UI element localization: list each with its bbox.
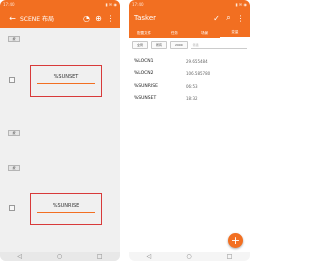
tab-profiles[interactable]: 配置文件 — [129, 28, 159, 38]
app-title: Tasker — [134, 14, 157, 22]
edit-text-sunrise-label[interactable]: %SUNRISE — [30, 203, 102, 209]
clock-icon[interactable]: ◔ — [82, 14, 91, 23]
tasker-variables-screen: 17:40 ▮ ✉ ◉ Tasker ✓ ⌕ ⋮ 配置文件 任务 场景 变量 全… — [129, 0, 250, 261]
scene-button-element-1[interactable]: 按 — [8, 36, 20, 42]
nav-bar: ◁ ○ □ — [129, 252, 250, 261]
list-item[interactable]: %SUNRISE 06:53 — [129, 80, 250, 93]
list-item[interactable]: %LOCN1 29.655484 — [129, 55, 250, 68]
check-icon[interactable]: ✓ — [212, 14, 221, 23]
app-bar: Tasker ✓ ⌕ ⋮ — [129, 8, 250, 28]
filter-bar: 全局 所有 2000 筛选 — [129, 38, 250, 51]
search-icon[interactable]: ⌕ — [224, 13, 233, 23]
variable-name: %LOCN2 — [134, 71, 154, 77]
variable-name: %SUNRISE — [134, 83, 158, 89]
more-menu-icon[interactable]: ⋮ — [236, 14, 245, 23]
status-time: 17:40 — [132, 1, 144, 7]
variable-name: %LOCN1 — [134, 58, 154, 64]
nav-home-icon[interactable]: ○ — [186, 253, 191, 260]
nav-recent-icon[interactable]: □ — [227, 253, 233, 260]
app-bar: ← SCENE 布局 ◔ ⊕ ⋮ — [0, 8, 120, 28]
tab-bar: 配置文件 任务 场景 变量 — [129, 28, 250, 38]
status-icons: ▮ ✉ ◉ — [235, 1, 247, 7]
filter-count-toggle[interactable]: 2000 — [170, 41, 188, 49]
variable-value: 29.655484 — [186, 58, 208, 64]
nav-home-icon[interactable]: ○ — [57, 253, 62, 260]
page-title: SCENE 布局 — [20, 15, 54, 23]
nav-bar: ◁ ○ □ — [0, 252, 120, 261]
status-bar: 17:40 ▮ ✉ ◉ — [129, 0, 250, 8]
nav-recent-icon[interactable]: □ — [97, 253, 103, 260]
variable-name: %SUNSET — [134, 96, 157, 102]
more-menu-icon[interactable]: ⋮ — [106, 14, 115, 23]
nav-back-icon[interactable]: ◁ — [17, 253, 22, 260]
edit-text-sunset-label[interactable]: %SUNSET — [30, 74, 102, 80]
edit-text-underline — [37, 212, 95, 213]
filter-global-toggle[interactable]: 全局 — [132, 41, 149, 49]
variable-value: 06:53 — [186, 83, 198, 89]
back-arrow-icon[interactable]: ← — [8, 14, 17, 23]
scene-editor-screen: 17:40 ▮ ✉ ◉ ← SCENE 布局 ◔ ⊕ ⋮ 按 %SUNSET 按… — [0, 0, 120, 261]
tab-variables[interactable]: 变量 — [219, 28, 250, 38]
tab-scenes[interactable]: 场景 — [190, 28, 220, 38]
add-circle-icon[interactable]: ⊕ — [94, 14, 103, 23]
status-icons: ▮ ✉ ◉ — [105, 1, 117, 7]
scene-checkbox-element-2[interactable] — [9, 205, 15, 211]
list-item[interactable]: %LOCN2 106.585780 — [129, 68, 250, 81]
list-item[interactable]: %SUNSET 18:32 — [129, 93, 250, 106]
scene-canvas[interactable]: 按 %SUNSET 按 按 %SUNRISE — [0, 28, 120, 252]
nav-back-icon[interactable]: ◁ — [147, 253, 152, 260]
variable-value: 18:32 — [186, 96, 198, 102]
highlighted-edit-text-sunset[interactable] — [30, 65, 102, 97]
status-time: 17:40 — [3, 1, 15, 7]
filter-all-toggle[interactable]: 所有 — [151, 41, 168, 49]
variables-list: %LOCN1 29.655484 %LOCN2 106.585780 %SUNR… — [129, 55, 250, 105]
highlighted-edit-text-sunrise[interactable] — [30, 193, 102, 225]
tab-tasks[interactable]: 任务 — [159, 28, 189, 38]
variable-value: 106.585780 — [186, 71, 211, 77]
scene-button-element-3[interactable]: 按 — [8, 165, 20, 171]
scene-button-element-2[interactable]: 按 — [8, 130, 20, 136]
scene-checkbox-element-1[interactable] — [9, 77, 15, 83]
add-variable-button[interactable]: + — [228, 233, 243, 248]
filter-input[interactable]: 筛选 — [190, 42, 247, 49]
edit-text-underline — [37, 83, 95, 84]
status-bar: 17:40 ▮ ✉ ◉ — [0, 0, 120, 8]
